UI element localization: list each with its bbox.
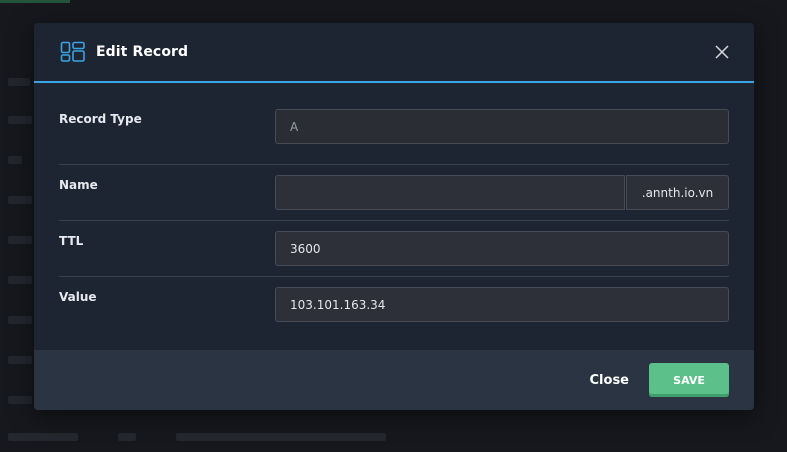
name-input[interactable] [275,175,625,210]
close-icon[interactable] [714,44,730,60]
record-type-label: Record Type [59,112,142,126]
name-label: Name [59,178,98,192]
layout-icon [60,41,85,62]
value-label: Value [59,290,97,304]
name-field: .annth.io.vn [275,175,729,210]
background-table-row [8,433,386,441]
background-row [8,236,32,244]
ttl-field: 3600 [275,231,729,266]
background-row [8,396,32,404]
background-row [8,276,32,284]
ttl-input[interactable]: 3600 [275,231,729,266]
modal-title: Edit Record [96,44,189,60]
record-type-input[interactable]: A [275,109,729,144]
record-type-field: A [275,109,729,144]
record-type-row: Record Type A [59,109,729,165]
background-row [8,78,30,86]
value-field: 103.101.163.34 [275,287,729,322]
modal-footer: Close SAVE [34,350,754,410]
modal-body: Record Type A Name .annth.io.vn TTL 3600… [34,83,754,333]
save-button[interactable]: SAVE [649,363,729,397]
ttl-label: TTL [59,234,84,248]
modal-header: Edit Record [34,23,754,83]
domain-suffix: .annth.io.vn [626,175,729,210]
close-button[interactable]: Close [590,373,629,388]
background-accent-bar [0,0,70,3]
background-row [8,156,22,164]
name-row: Name .annth.io.vn [59,165,729,221]
value-row: Value 103.101.163.34 [59,277,729,333]
background-row [8,116,32,124]
edit-record-modal: Edit Record Record Type A Name .annth.io… [34,23,754,410]
value-input[interactable]: 103.101.163.34 [275,287,729,322]
ttl-row: TTL 3600 [59,221,729,277]
background-row [8,196,32,204]
background-row [8,356,32,364]
background-row [8,316,32,324]
